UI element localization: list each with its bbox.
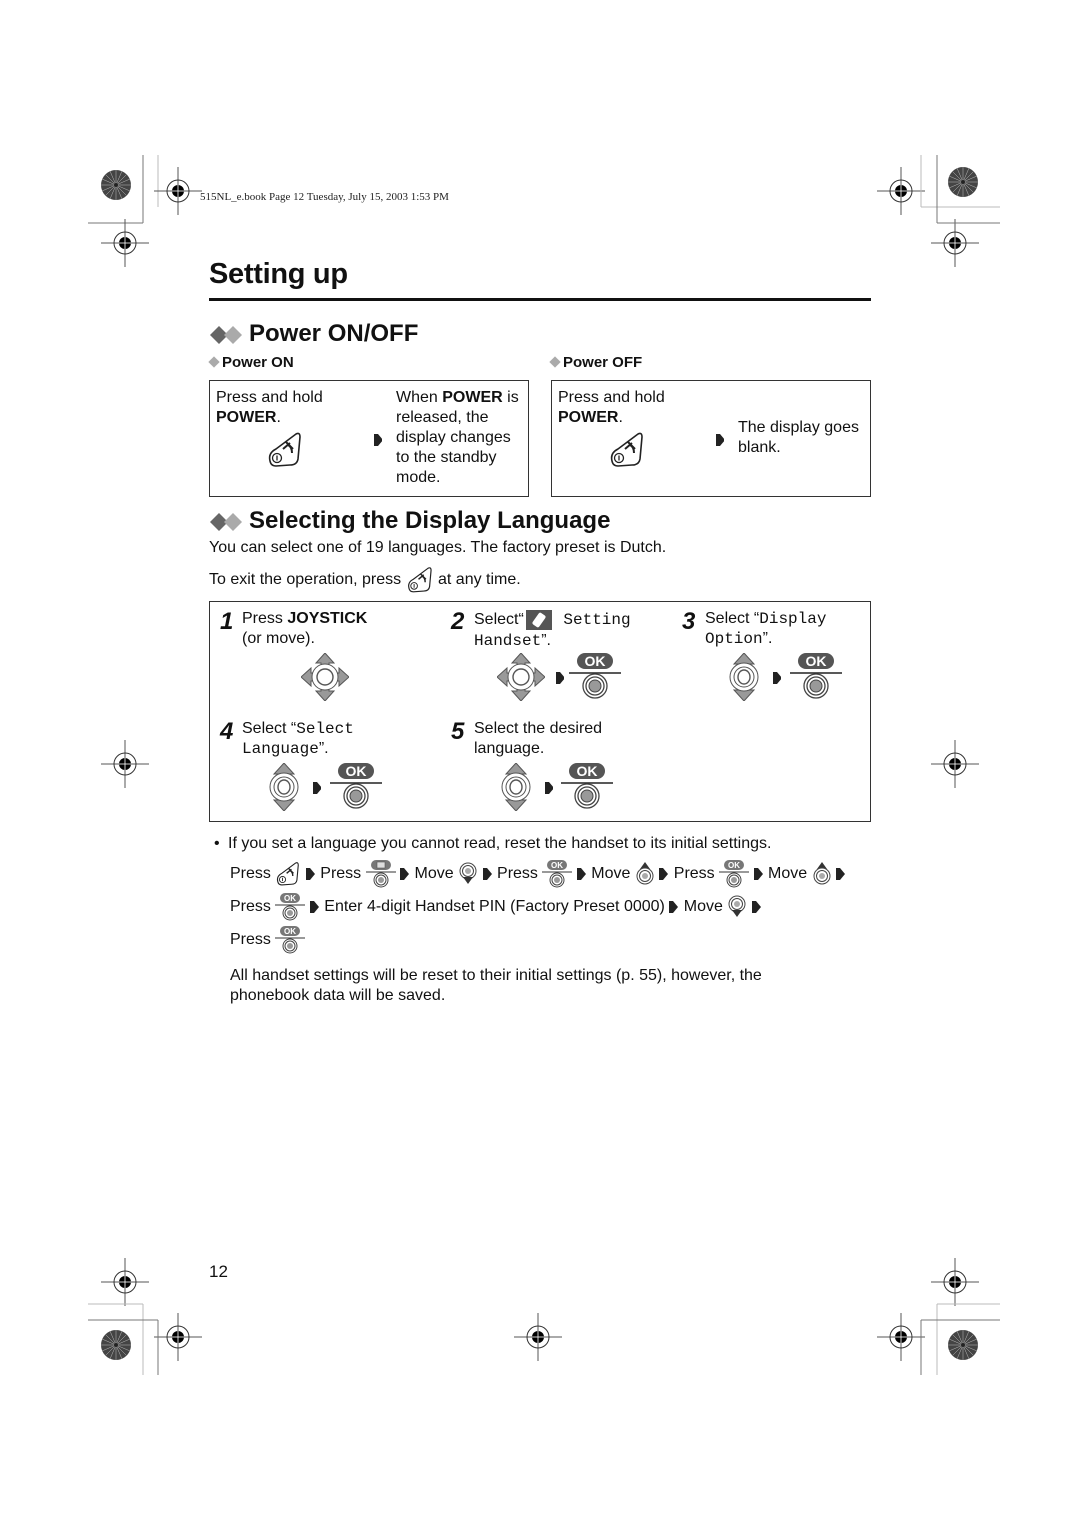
power-on-instruction: Press and hold POWER.: [216, 389, 323, 426]
joystick-updown-icon: [269, 763, 299, 811]
ok-button-icon: [790, 653, 842, 699]
crop-marks-top-right: [920, 155, 1000, 230]
power-section-heading: Power ON/OFF: [209, 320, 418, 348]
handset-setting-icon: [525, 610, 552, 630]
registration-mark: [154, 167, 202, 215]
power-on-result: When POWER is released, the display chan…: [396, 389, 519, 486]
joystick-updown-icon: [729, 653, 759, 701]
arrow-right-icon: [309, 900, 319, 913]
reset-sequence-line-2: Press Enter 4-digit Handset PIN (Factory…: [230, 893, 762, 921]
exit-instruction: To exit the operation, press at any time…: [209, 566, 521, 594]
registration-mark: [931, 1258, 979, 1306]
step-4-text: Select “Select Language”.: [242, 720, 354, 758]
joystick-up-icon: [636, 862, 654, 885]
page-title: Setting up: [209, 258, 348, 290]
reset-sequence-line-1: Press Press Move Press Move Press Move: [230, 860, 846, 888]
power-off-box: Press and hold POWER. The display goes b…: [551, 380, 871, 497]
joystick-4way-icon: [497, 653, 545, 701]
ok-button-icon: [330, 763, 382, 809]
step-number: 3: [682, 608, 696, 635]
step-number: 1: [220, 608, 234, 635]
ok-button-icon: [275, 926, 306, 954]
step-5-text: Select the desired language.: [474, 720, 603, 757]
ok-button-icon: [542, 860, 573, 888]
arrow-right-icon: [669, 900, 679, 913]
step-number: 5: [451, 718, 465, 745]
ok-button-icon: [561, 763, 613, 809]
registration-mark: [101, 1258, 149, 1306]
language-section-heading: Selecting the Display Language: [209, 507, 610, 535]
arrow-right-icon: [305, 867, 315, 880]
step-number: 2: [451, 608, 465, 635]
power-key-icon: [277, 861, 300, 886]
arrow-right-icon: [659, 867, 669, 880]
arrow-right-icon: [313, 782, 321, 794]
registration-mark: [514, 1313, 562, 1361]
power-on-box: Press and hold POWER. When POWER is rele…: [209, 380, 529, 497]
language-section-title: Selecting the Display Language: [249, 507, 611, 534]
registration-mark: [877, 167, 925, 215]
registration-mark: [931, 740, 979, 788]
arrow-right-icon: [716, 434, 724, 446]
arrow-right-icon: [545, 782, 553, 794]
crop-marks-bottom-left: [88, 1300, 168, 1375]
arrow-right-icon: [482, 867, 492, 880]
crop-marks-bottom-right: [920, 1300, 1000, 1375]
arrow-right-icon: [576, 867, 586, 880]
step-1-text: Press JOYSTICK (or move).: [242, 610, 368, 647]
language-intro: You can select one of 19 languages. The …: [209, 539, 667, 556]
joystick-down-icon: [459, 862, 477, 885]
arrow-right-icon: [836, 867, 846, 880]
arrow-right-icon: [400, 867, 410, 880]
ok-button-icon: [275, 893, 306, 921]
joystick-up-icon: [813, 862, 831, 885]
registration-mark: [877, 1313, 925, 1361]
reset-footer-text: All handset settings will be reset to th…: [230, 967, 762, 1004]
power-on-heading: Power ON: [207, 354, 294, 371]
power-off-heading: Power OFF: [548, 354, 642, 371]
arrow-right-icon: [753, 867, 763, 880]
arrow-right-icon: [374, 434, 382, 446]
joystick-down-icon: [728, 895, 746, 918]
diamond-icon: [208, 356, 220, 368]
step-2-text: Select“ Setting Handset”.: [474, 609, 631, 651]
note-text: • If you set a language you cannot read, …: [214, 835, 772, 852]
menu-button-icon: [365, 860, 396, 888]
power-key-icon: [407, 567, 432, 593]
registration-mark: [101, 740, 149, 788]
power-key-icon: [268, 432, 301, 467]
joystick-4way-icon: [301, 653, 349, 701]
joystick-updown-icon: [501, 763, 531, 811]
file-info-header: 515NL_e.book Page 12 Tuesday, July 15, 2…: [200, 191, 449, 203]
power-off-result: The display goes blank.: [738, 419, 859, 456]
power-off-instruction: Press and hold POWER.: [558, 389, 665, 426]
step-number: 4: [220, 718, 234, 745]
diamond-icon: [549, 356, 561, 368]
steps-box: 1 Press JOYSTICK (or move). 2 Select“ Se…: [209, 601, 871, 822]
arrow-right-icon: [773, 672, 781, 684]
double-diamond-icon: [210, 325, 242, 344]
ok-button-icon: [719, 860, 750, 888]
arrow-right-icon: [556, 672, 564, 684]
reset-sequence-line-3: Press: [230, 926, 306, 954]
registration-mark: [101, 219, 149, 267]
power-key-icon: [610, 432, 643, 467]
title-rule: [209, 298, 871, 301]
arrow-right-icon: [751, 900, 761, 913]
ok-button-icon: [569, 653, 621, 699]
page-number: 12: [209, 1262, 228, 1281]
double-diamond-icon: [210, 512, 242, 531]
power-section-title: Power ON/OFF: [249, 320, 419, 347]
step-3-text: Select “Display Option”.: [705, 610, 827, 648]
